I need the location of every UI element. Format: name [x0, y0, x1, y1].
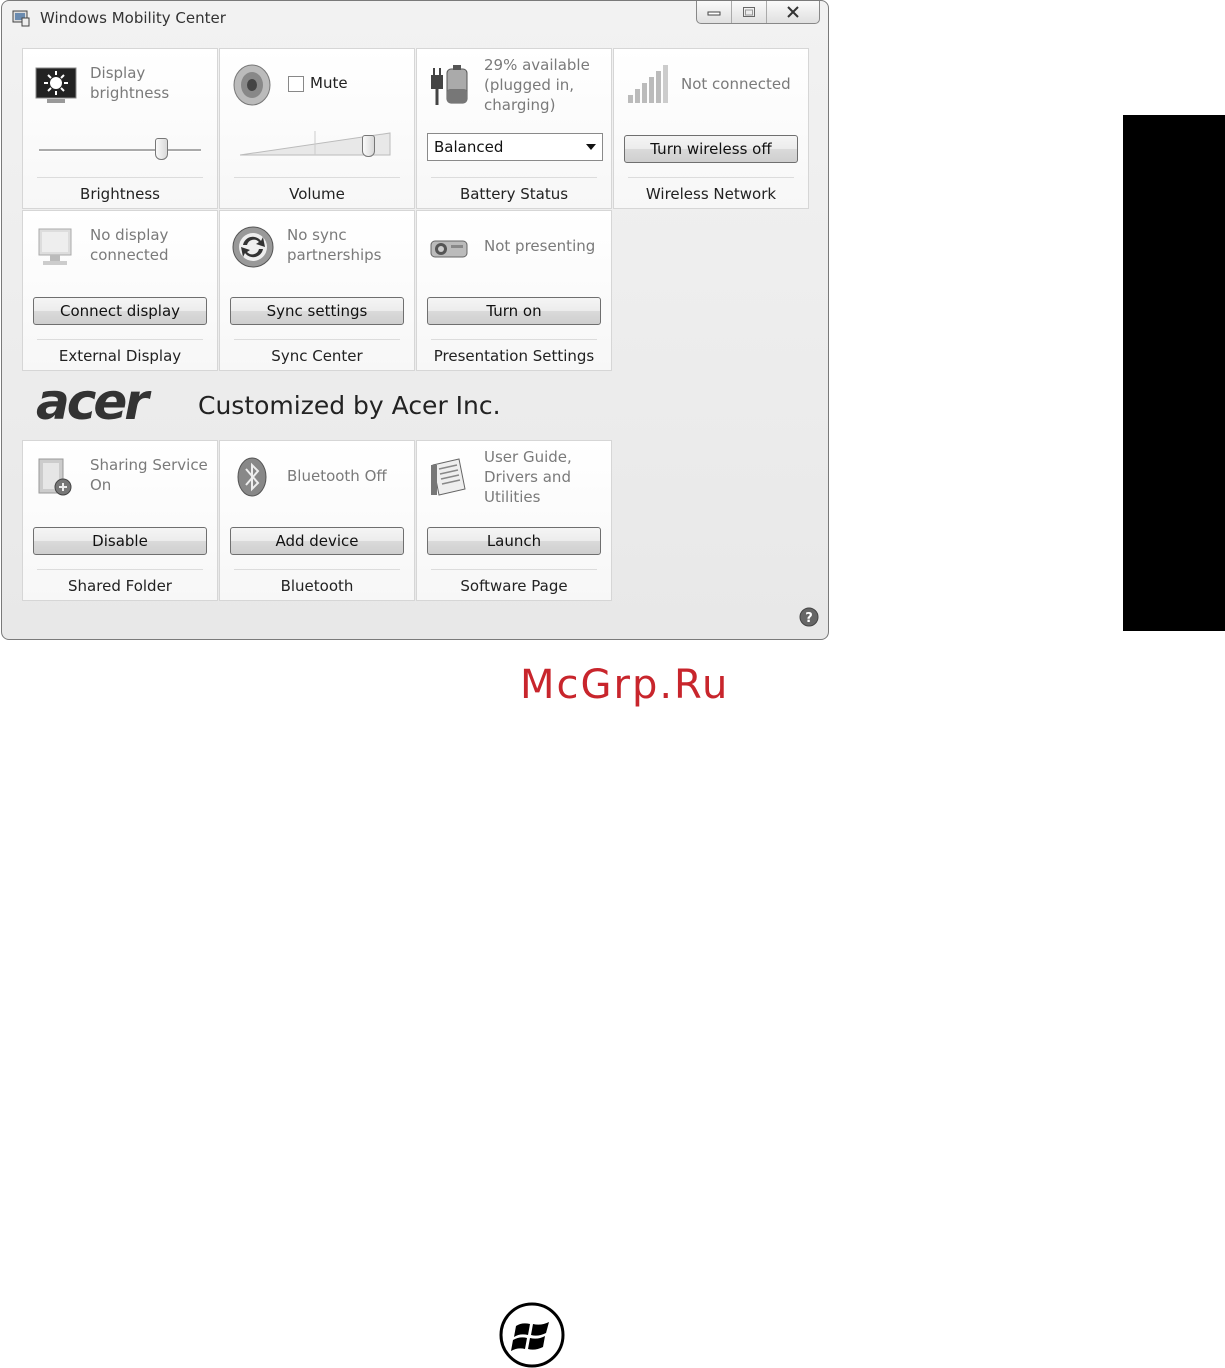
user-guide-icon — [431, 458, 466, 496]
presentation-status: Not presenting — [484, 237, 596, 255]
display-brightness-icon — [35, 67, 77, 103]
turn-on-presentation-button[interactable]: Turn on — [427, 297, 601, 325]
speaker-icon — [233, 64, 271, 106]
mobility-center-window: Windows Mobility Center Display brightne… — [1, 0, 829, 640]
bluetooth-icon — [237, 457, 267, 497]
bluetooth-label: Bluetooth — [280, 577, 354, 595]
help-icon[interactable]: ? — [799, 607, 819, 627]
battery-status: 29% available (plugged in, charging) — [484, 56, 590, 114]
dropdown-arrow-icon — [586, 144, 596, 150]
volume-slider[interactable] — [361, 135, 375, 157]
external-display-status: No display connected — [90, 226, 169, 264]
customized-by-caption: Customized by Acer Inc. — [198, 391, 501, 420]
windows-logo-icon — [499, 1302, 565, 1368]
add-device-button[interactable]: Add device — [230, 527, 404, 555]
window-controls — [696, 1, 820, 24]
sync-center-label: Sync Center — [271, 347, 363, 365]
power-plan-dropdown[interactable]: Balanced — [427, 133, 603, 161]
tile-presentation: Not presenting Turn on Presentation Sett… — [416, 210, 612, 371]
wireless-label: Wireless Network — [645, 185, 777, 203]
bluetooth-status: Bluetooth Off — [287, 467, 387, 485]
disable-sharing-button[interactable]: Disable — [33, 527, 207, 555]
tile-sync-center: No sync partnerships Sync settings Sync … — [219, 210, 415, 371]
minimize-icon — [707, 11, 721, 16]
mute-label[interactable]: Mute — [310, 74, 348, 92]
side-tab-marker — [1123, 115, 1225, 631]
maximize-button[interactable] — [731, 1, 766, 23]
tile-brightness: Display brightness Brightness — [22, 48, 218, 209]
shared-folder-icon — [38, 458, 72, 496]
svg-text:?: ? — [805, 611, 813, 626]
projector-icon — [430, 240, 468, 258]
close-icon — [787, 6, 799, 18]
sync-status: No sync partnerships — [287, 226, 382, 264]
battery-plug-icon — [431, 65, 468, 105]
turn-wireless-off-button[interactable]: Turn wireless off — [624, 135, 798, 163]
tile-wireless: Not connected Turn wireless off Wireless… — [613, 48, 809, 209]
tile-external-display: No display connected Connect display Ext… — [22, 210, 218, 371]
software-page-label: Software Page — [460, 577, 568, 595]
maximize-icon — [743, 7, 755, 17]
shared-folder-status: Sharing Service On — [90, 456, 208, 494]
sync-settings-button[interactable]: Sync settings — [230, 297, 404, 325]
connect-display-button[interactable]: Connect display — [33, 297, 207, 325]
brightness-label: Brightness — [80, 185, 160, 203]
window-title: Windows Mobility Center — [40, 9, 226, 27]
acer-logo: acer — [36, 381, 155, 425]
software-status: User Guide, Drivers and Utilities — [484, 448, 572, 506]
mute-checkbox[interactable] — [288, 76, 304, 92]
close-button[interactable] — [766, 1, 819, 23]
svg-text:acer: acer — [36, 381, 152, 425]
tile-volume: Mute Volume — [219, 48, 415, 209]
mobility-center-icon — [12, 10, 30, 27]
sync-icon — [232, 226, 274, 268]
battery-label: Battery Status — [459, 185, 569, 203]
shared-folder-label: Shared Folder — [68, 577, 172, 595]
volume-label: Volume — [289, 185, 345, 203]
signal-bars-icon — [628, 65, 668, 103]
brightness-slider-track[interactable] — [39, 149, 201, 152]
watermark-text: McGrp.Ru — [520, 662, 730, 708]
brightness-status: Display brightness — [90, 64, 170, 102]
monitor-icon — [38, 228, 72, 265]
minimize-button[interactable] — [697, 1, 731, 23]
external-display-label: External Display — [58, 347, 182, 365]
brightness-slider[interactable] — [154, 138, 168, 160]
launch-button[interactable]: Launch — [427, 527, 601, 555]
tile-battery: 29% available (plugged in, charging) Bal… — [416, 48, 612, 209]
tile-software-page: User Guide, Drivers and Utilities Launch… — [416, 440, 612, 601]
presentation-label: Presentation Settings — [433, 347, 595, 365]
power-plan-value: Balanced — [434, 138, 504, 156]
tile-bluetooth: Bluetooth Off Add device Bluetooth — [219, 440, 415, 601]
tile-shared-folder: Sharing Service On Disable Shared Folder — [22, 440, 218, 601]
wireless-status: Not connected — [681, 75, 791, 93]
